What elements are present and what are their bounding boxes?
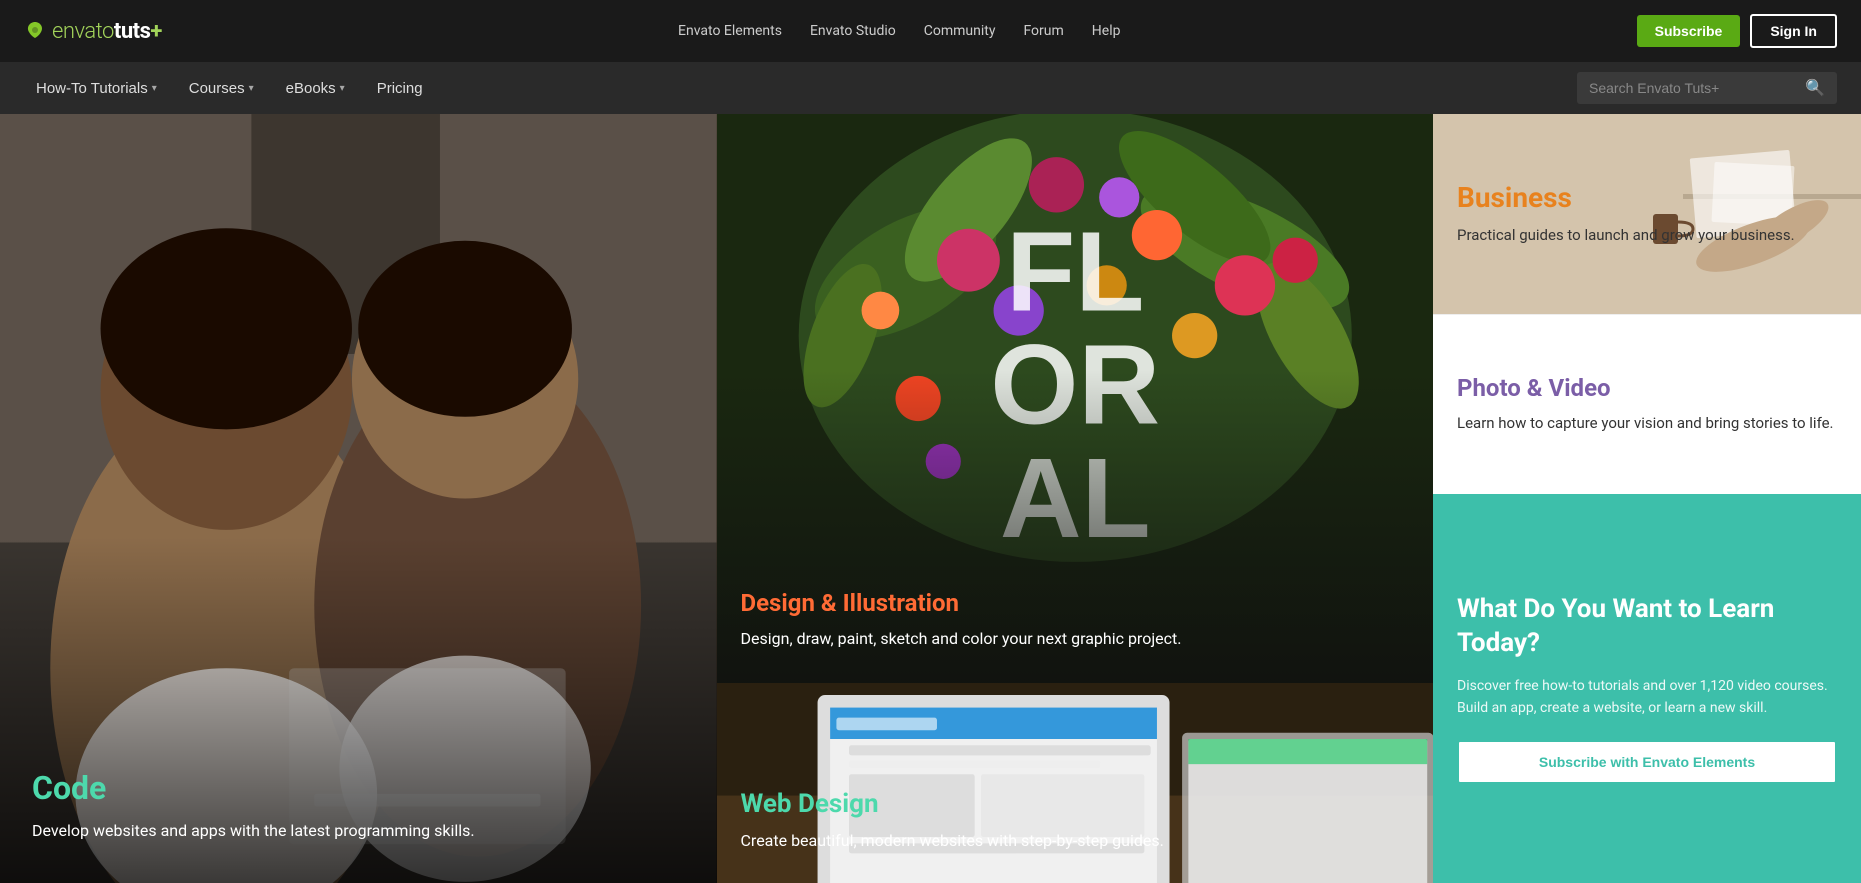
business-panel-content: Business Practical guides to launch and … [1457,114,1841,314]
secondary-nav: How-To Tutorials ▾ Courses ▾ eBooks ▾ Pr… [0,62,1861,114]
logo-text: envatotuts+ [52,19,162,44]
top-nav-actions: Subscribe Sign In [1637,14,1837,48]
nav-courses[interactable]: Courses ▾ [177,74,266,103]
web-panel-background [717,683,1434,883]
chevron-down-icon: ▾ [340,83,345,94]
design-panel-description: Design, draw, paint, sketch and color yo… [741,627,1414,651]
design-panel-content: Design & Illustration Design, draw, pain… [741,589,1414,651]
search-box: 🔍 [1577,72,1837,104]
logo[interactable]: envatotuts+ [24,19,162,44]
code-panel-description: Develop websites and apps with the lates… [32,819,697,843]
chevron-down-icon: ▾ [249,83,254,94]
right-column: Business Practical guides to launch and … [1433,114,1861,883]
chevron-down-icon: ▾ [152,83,157,94]
design-panel-title[interactable]: Design & Illustration [741,589,1414,617]
middle-column: FL OR AL Design & Illustration Design, d… [717,114,1434,883]
code-panel-background [0,114,717,883]
top-nav-links: Envato Elements Envato Studio Community … [678,23,1120,39]
nav-ebooks[interactable]: eBooks ▾ [274,74,357,103]
code-panel-title[interactable]: Code [32,769,697,807]
signin-button[interactable]: Sign In [1750,14,1837,48]
cta-description: Discover free how-to tutorials and over … [1457,675,1837,720]
panel-web-design[interactable]: Web Design Create beautiful, modern webs… [717,683,1434,883]
top-nav: envatotuts+ Envato Elements Envato Studi… [0,0,1861,62]
nav-link-envato-elements[interactable]: Envato Elements [678,23,782,39]
subscribe-button[interactable]: Subscribe [1637,15,1741,47]
nav-how-to-tutorials[interactable]: How-To Tutorials ▾ [24,74,169,103]
panel-cta: What Do You Want to Learn Today? Discove… [1433,494,1861,883]
search-input[interactable] [1589,80,1797,96]
panel-photo-video[interactable]: Photo & Video Learn how to capture your … [1433,314,1861,494]
main-content-grid: Code Develop websites and apps with the … [0,114,1861,883]
web-panel-illustration [717,683,1434,883]
code-panel-content: Code Develop websites and apps with the … [32,769,697,843]
nav-link-envato-studio[interactable]: Envato Studio [810,23,896,39]
web-panel-title[interactable]: Web Design [741,789,1414,819]
panel-code[interactable]: Code Develop websites and apps with the … [0,114,717,883]
web-panel-content: Web Design Create beautiful, modern webs… [741,789,1414,853]
nav-link-forum[interactable]: Forum [1023,23,1063,39]
nav-link-community[interactable]: Community [924,23,996,39]
nav-pricing[interactable]: Pricing [365,74,435,103]
business-panel-title[interactable]: Business [1457,181,1841,214]
search-icon[interactable]: 🔍 [1805,78,1825,98]
panel-business[interactable]: Business Practical guides to launch and … [1433,114,1861,314]
panel-design-illustration[interactable]: FL OR AL Design & Illustration Design, d… [717,114,1434,683]
photo-panel-description: Learn how to capture your vision and bri… [1457,412,1837,435]
code-panel-illustration [0,114,717,883]
web-panel-description: Create beautiful, modern websites with s… [741,829,1414,853]
svg-text:OR: OR [990,322,1160,448]
svg-text:AL: AL [999,435,1150,561]
nav-link-help[interactable]: Help [1092,23,1121,39]
photo-panel-title[interactable]: Photo & Video [1457,374,1837,402]
cta-title: What Do You Want to Learn Today? [1457,593,1837,661]
business-panel-description: Practical guides to launch and grow your… [1457,224,1841,247]
secondary-nav-links: How-To Tutorials ▾ Courses ▾ eBooks ▾ Pr… [24,74,435,103]
logo-icon [24,20,46,42]
svg-text:FL: FL [1006,209,1144,335]
cta-subscribe-button[interactable]: Subscribe with Envato Elements [1457,740,1837,784]
